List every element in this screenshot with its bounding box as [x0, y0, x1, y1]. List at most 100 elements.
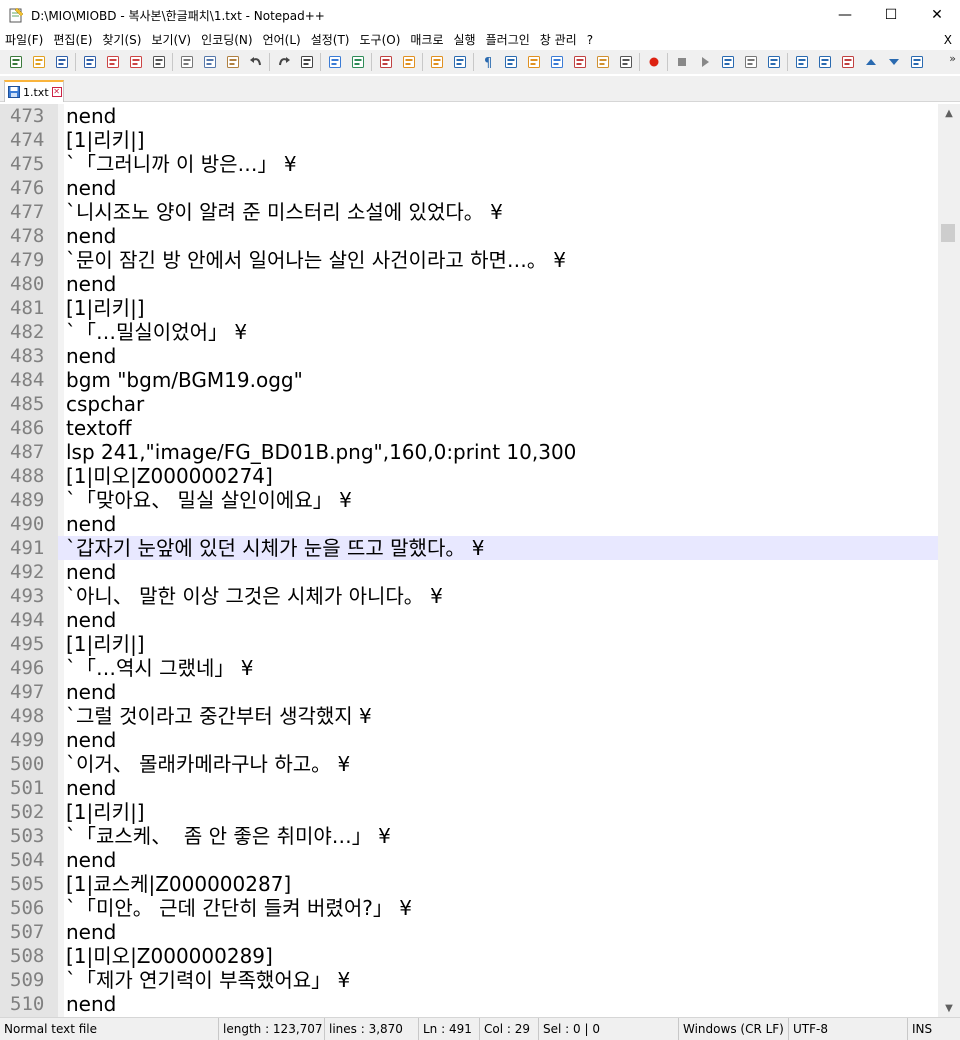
tab-1-txt[interactable]: 1.txt ✕: [4, 80, 64, 102]
editor-line[interactable]: 476 nend: [0, 176, 938, 200]
replace-icon[interactable]: [323, 51, 346, 73]
plugin-d-icon[interactable]: [836, 51, 859, 73]
editor-line[interactable]: 505 [1|쿄스케|Z000000287]: [0, 872, 938, 896]
editor-line[interactable]: 474 [1|리키|]: [0, 128, 938, 152]
editor-line[interactable]: 504 nend: [0, 848, 938, 872]
redo-icon[interactable]: [272, 51, 295, 73]
editor-line[interactable]: 510 nend: [0, 992, 938, 1016]
editor-line[interactable]: 494 nend: [0, 608, 938, 632]
editor-line[interactable]: 503 `「쿄스케、 좀 안 좋은 취미야…」 ¥: [0, 824, 938, 848]
menu-encoding[interactable]: 인코딩(N): [196, 30, 257, 50]
close-icon[interactable]: [101, 51, 124, 73]
menu-view[interactable]: 보기(V): [146, 30, 196, 50]
editor-line[interactable]: 487 lsp 241,"image/FG_BD01B.png",160,0:pr…: [0, 440, 938, 464]
editor-line[interactable]: 506 `「미안。 근데 간단히 들켜 버렸어?」 ¥: [0, 896, 938, 920]
editor-line[interactable]: 502 [1|리키|]: [0, 800, 938, 824]
editor-line[interactable]: 484 bgm "bgm/BGM19.ogg": [0, 368, 938, 392]
menu-language[interactable]: 언어(L): [258, 30, 306, 50]
plugin-e-icon[interactable]: [905, 51, 928, 73]
current-line[interactable]: 491 `갑자기 눈앞에 있던 시체가 눈을 뜨고 말했다。 ¥: [0, 536, 938, 560]
editor-line[interactable]: 473 nend: [0, 104, 938, 128]
toolbar-overflow-button[interactable]: »: [949, 52, 956, 65]
editor-line[interactable]: 482 `「…밀실이었어」 ¥: [0, 320, 938, 344]
sync-vertical-icon[interactable]: [397, 51, 420, 73]
editor-line[interactable]: 485 cspchar: [0, 392, 938, 416]
editor-line[interactable]: 480 nend: [0, 272, 938, 296]
doc-map-icon[interactable]: [545, 51, 568, 73]
plugin-down-icon[interactable]: [882, 51, 905, 73]
function-list-icon[interactable]: [568, 51, 591, 73]
editor-line[interactable]: 496 `「…역시 그랬네」 ¥: [0, 656, 938, 680]
editor-line[interactable]: 493 `아니、 말한 이상 그것은 시체가 아니다。 ¥: [0, 584, 938, 608]
editor-line[interactable]: 509 `「제가 연기력이 부족했어요」 ¥: [0, 968, 938, 992]
save-icon[interactable]: [50, 51, 73, 73]
editor-line[interactable]: 477 `니시조노 양이 알려 준 미스터리 소설에 있었다。 ¥: [0, 200, 938, 224]
zoom-in-icon[interactable]: [346, 51, 369, 73]
tab-close-icon[interactable]: ✕: [51, 87, 62, 97]
find-icon[interactable]: [295, 51, 318, 73]
word-wrap-icon[interactable]: [448, 51, 471, 73]
menu-tools[interactable]: 도구(O): [355, 30, 406, 50]
plugin-a-icon[interactable]: [762, 51, 785, 73]
plugin-up-icon[interactable]: [859, 51, 882, 73]
cut-icon[interactable]: [175, 51, 198, 73]
zoom-out-icon[interactable]: [374, 51, 397, 73]
editor-line[interactable]: 507 nend: [0, 920, 938, 944]
editor-line[interactable]: 492 nend: [0, 560, 938, 584]
status-encoding[interactable]: UTF-8: [788, 1018, 828, 1040]
stop-record-icon[interactable]: [670, 51, 693, 73]
close-all-icon[interactable]: [124, 51, 147, 73]
print-icon[interactable]: [147, 51, 170, 73]
status-insert-mode[interactable]: INS: [907, 1018, 932, 1040]
paste-icon[interactable]: [221, 51, 244, 73]
menu-search[interactable]: 찾기(S): [97, 30, 146, 50]
scroll-up-icon[interactable]: ▲: [938, 104, 960, 122]
scrollbar-thumb[interactable]: [941, 224, 955, 242]
editor-line[interactable]: 490 nend: [0, 512, 938, 536]
maximize-button[interactable]: ☐: [868, 0, 914, 30]
plugin-c-icon[interactable]: [813, 51, 836, 73]
plugin-b-icon[interactable]: [790, 51, 813, 73]
udl-icon[interactable]: [522, 51, 545, 73]
open-file-icon[interactable]: [27, 51, 50, 73]
menu-macro[interactable]: 매크로: [405, 30, 448, 50]
editor-line[interactable]: 497 nend: [0, 680, 938, 704]
editor-line[interactable]: 495 [1|리키|]: [0, 632, 938, 656]
close-window-button[interactable]: ✕: [914, 0, 960, 30]
run-macro-multiple-icon[interactable]: [716, 51, 739, 73]
save-all-icon[interactable]: [78, 51, 101, 73]
menu-plugins[interactable]: 플러그인: [481, 30, 535, 50]
menu-help[interactable]: ?: [582, 30, 598, 50]
copy-icon[interactable]: [198, 51, 221, 73]
editor-line[interactable]: 498 `그럴 것이라고 중간부터 생각했지 ¥: [0, 704, 938, 728]
sync-horizontal-icon[interactable]: [425, 51, 448, 73]
editor-line[interactable]: 499 nend: [0, 728, 938, 752]
new-file-icon[interactable]: [4, 51, 27, 73]
editor-line[interactable]: 483 nend: [0, 344, 938, 368]
menu-window[interactable]: 창 관리: [535, 30, 582, 50]
folder-workspace-icon[interactable]: [591, 51, 614, 73]
menu-run[interactable]: 실행: [449, 30, 481, 50]
editor-line[interactable]: 489 `「맞아요、 밀실 살인이에요」 ¥: [0, 488, 938, 512]
editor-line[interactable]: 481 [1|리키|]: [0, 296, 938, 320]
editor-line[interactable]: 486 textoff: [0, 416, 938, 440]
menu-settings[interactable]: 설정(T): [306, 30, 355, 50]
editor-line[interactable]: 501 nend: [0, 776, 938, 800]
editor-line[interactable]: 488 [1|미오|Z000000274]: [0, 464, 938, 488]
scroll-down-icon[interactable]: ▼: [938, 999, 960, 1017]
editor-line[interactable]: 479 `문이 잠긴 방 안에서 일어나는 살인 사건이라고 하면…。 ¥: [0, 248, 938, 272]
minimize-button[interactable]: —: [822, 0, 868, 30]
vertical-scrollbar[interactable]: ▲ ▼: [938, 104, 960, 1017]
show-all-chars-icon[interactable]: ¶: [476, 51, 499, 73]
menu-file[interactable]: 파일(F): [0, 30, 48, 50]
monitoring-icon[interactable]: [614, 51, 637, 73]
indent-guide-icon[interactable]: [499, 51, 522, 73]
record-macro-icon[interactable]: [642, 51, 665, 73]
editor-line[interactable]: 508 [1|미오|Z000000289]: [0, 944, 938, 968]
close-document-button[interactable]: X: [944, 30, 952, 50]
save-macro-icon[interactable]: [739, 51, 762, 73]
menu-edit[interactable]: 편집(E): [48, 30, 97, 50]
editor-line[interactable]: 478 nend: [0, 224, 938, 248]
editor-line[interactable]: 475 `「그러니까 이 방은…」 ¥: [0, 152, 938, 176]
play-macro-icon[interactable]: [693, 51, 716, 73]
